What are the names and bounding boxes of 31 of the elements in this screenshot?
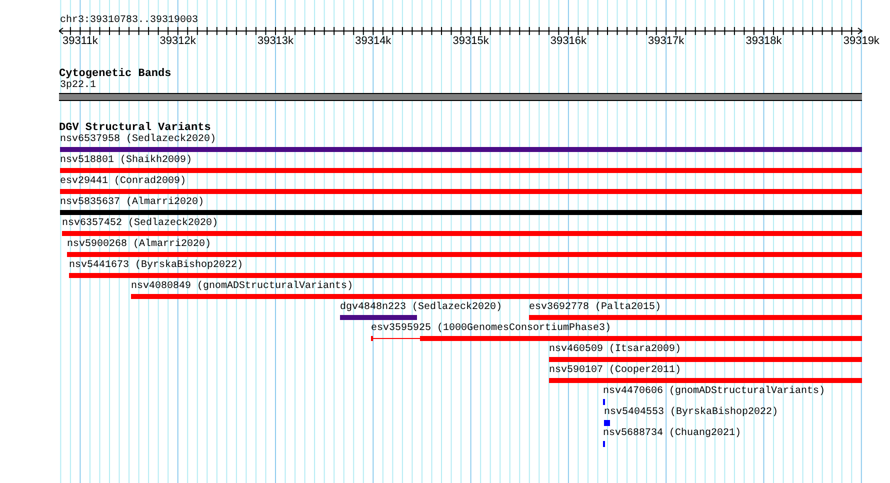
scale-label: 39313k xyxy=(257,35,294,47)
scale-label: 39314k xyxy=(355,35,392,47)
location-label: chr3:39310783..39319003 xyxy=(60,15,198,27)
variant-label: nsv5441673 (ByrskaBishop2022) xyxy=(69,260,244,272)
variant-label: esv29441 (Conrad2009) xyxy=(60,176,186,188)
variant-label: nsv4080849 (gnomADStructuralVariants) xyxy=(131,281,354,293)
band-label: 3p22.1 xyxy=(60,80,96,92)
track-title: Cytogenetic Bands xyxy=(59,68,172,80)
variant-label: dgv4848n223 (Sedlazeck2020) xyxy=(340,302,502,314)
variant-label: esv3692778 (Palta2015) xyxy=(529,302,662,314)
variant-label: nsv5835637 (Almarri2020) xyxy=(60,197,204,209)
track-title: DGV Structural Variants xyxy=(59,122,211,134)
scale-label: 39319k xyxy=(843,35,880,47)
variant-label: nsv590107 (Cooper2011) xyxy=(549,365,682,377)
scale-label: 39311k xyxy=(62,35,98,47)
variant-label: nsv5688734 (Chuang2021) xyxy=(603,428,742,440)
variant-label: nsv460509 (Itsara2009) xyxy=(549,344,682,356)
variant-label: nsv518801 (Shaikh2009) xyxy=(60,155,192,167)
variant-label: nsv6537958 (Sedlazeck2020) xyxy=(60,134,216,146)
scale-label: 39312k xyxy=(160,35,196,47)
variant-bar[interactable] xyxy=(371,336,862,341)
variant-label: nsv6357452 (Sedlazeck2020) xyxy=(62,218,218,230)
variant-label: nsv5900268 (Almarri2020) xyxy=(67,239,212,251)
scale-label: 39316k xyxy=(550,35,586,47)
scale-label: 39315k xyxy=(452,35,489,47)
variant-label: esv3595925 (1000GenomesConsortiumPhase3) xyxy=(371,323,612,335)
variant-label: nsv4470606 (gnomADStructuralVariants) xyxy=(603,386,826,398)
cytoband-bar[interactable] xyxy=(59,93,862,101)
scale-label: 39317k xyxy=(648,35,684,47)
scale-label: 39318k xyxy=(746,35,782,47)
variant-label: nsv5404553 (ByrskaBishop2022) xyxy=(604,407,778,419)
